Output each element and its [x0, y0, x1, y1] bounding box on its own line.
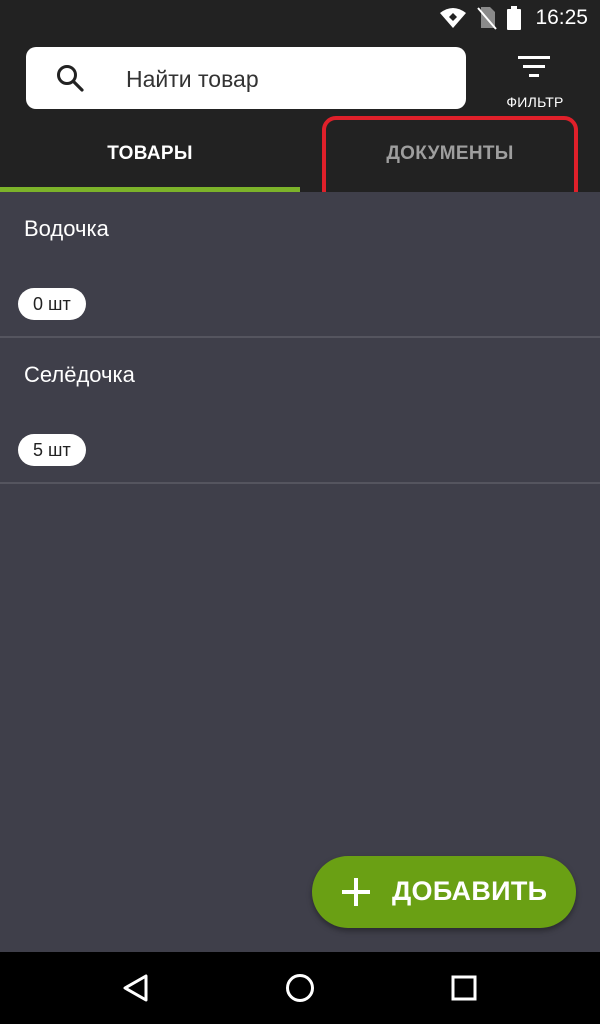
search-icon [57, 65, 84, 92]
item-name: Селёдочка [24, 362, 135, 387]
home-icon[interactable] [280, 968, 320, 1008]
item-name: Водочка [24, 216, 109, 241]
item-list: Водочка 0 шт Селёдочка 5 шт [0, 192, 600, 952]
plus-icon [342, 878, 370, 906]
filter-label: ФИЛЬТР [506, 94, 564, 110]
back-icon[interactable] [116, 968, 156, 1008]
tab-goods[interactable]: ТОВАРЫ [0, 116, 300, 192]
header: Найти товар ФИЛЬТР [0, 36, 600, 116]
status-bar: 16:25 [0, 0, 600, 36]
wifi-icon [440, 8, 467, 28]
search-input[interactable]: Найти товар [26, 47, 466, 109]
list-item[interactable]: Селёдочка 5 шт [0, 338, 600, 484]
navigation-bar [0, 952, 600, 1024]
add-button-label: ДОБАВИТЬ [392, 876, 548, 906]
filter-button[interactable]: ФИЛЬТР [496, 46, 574, 112]
app-screen: 16:25 Найти товар ФИЛЬТР ТОВАРЫ ДОКУМЕНТ… [0, 0, 600, 1024]
quantity-badge: 0 шт [18, 288, 86, 320]
quantity-badge: 5 шт [18, 434, 86, 466]
status-time: 16:25 [535, 6, 588, 29]
battery-icon [507, 6, 522, 30]
no-sim-icon [477, 7, 498, 30]
recent-apps-icon[interactable] [444, 968, 484, 1008]
status-icons: 16:25 [439, 4, 588, 32]
search-placeholder: Найти товар [126, 66, 259, 92]
add-button[interactable]: ДОБАВИТЬ [312, 856, 576, 928]
filter-icon [518, 56, 550, 77]
list-item[interactable]: Водочка 0 шт [0, 192, 600, 338]
